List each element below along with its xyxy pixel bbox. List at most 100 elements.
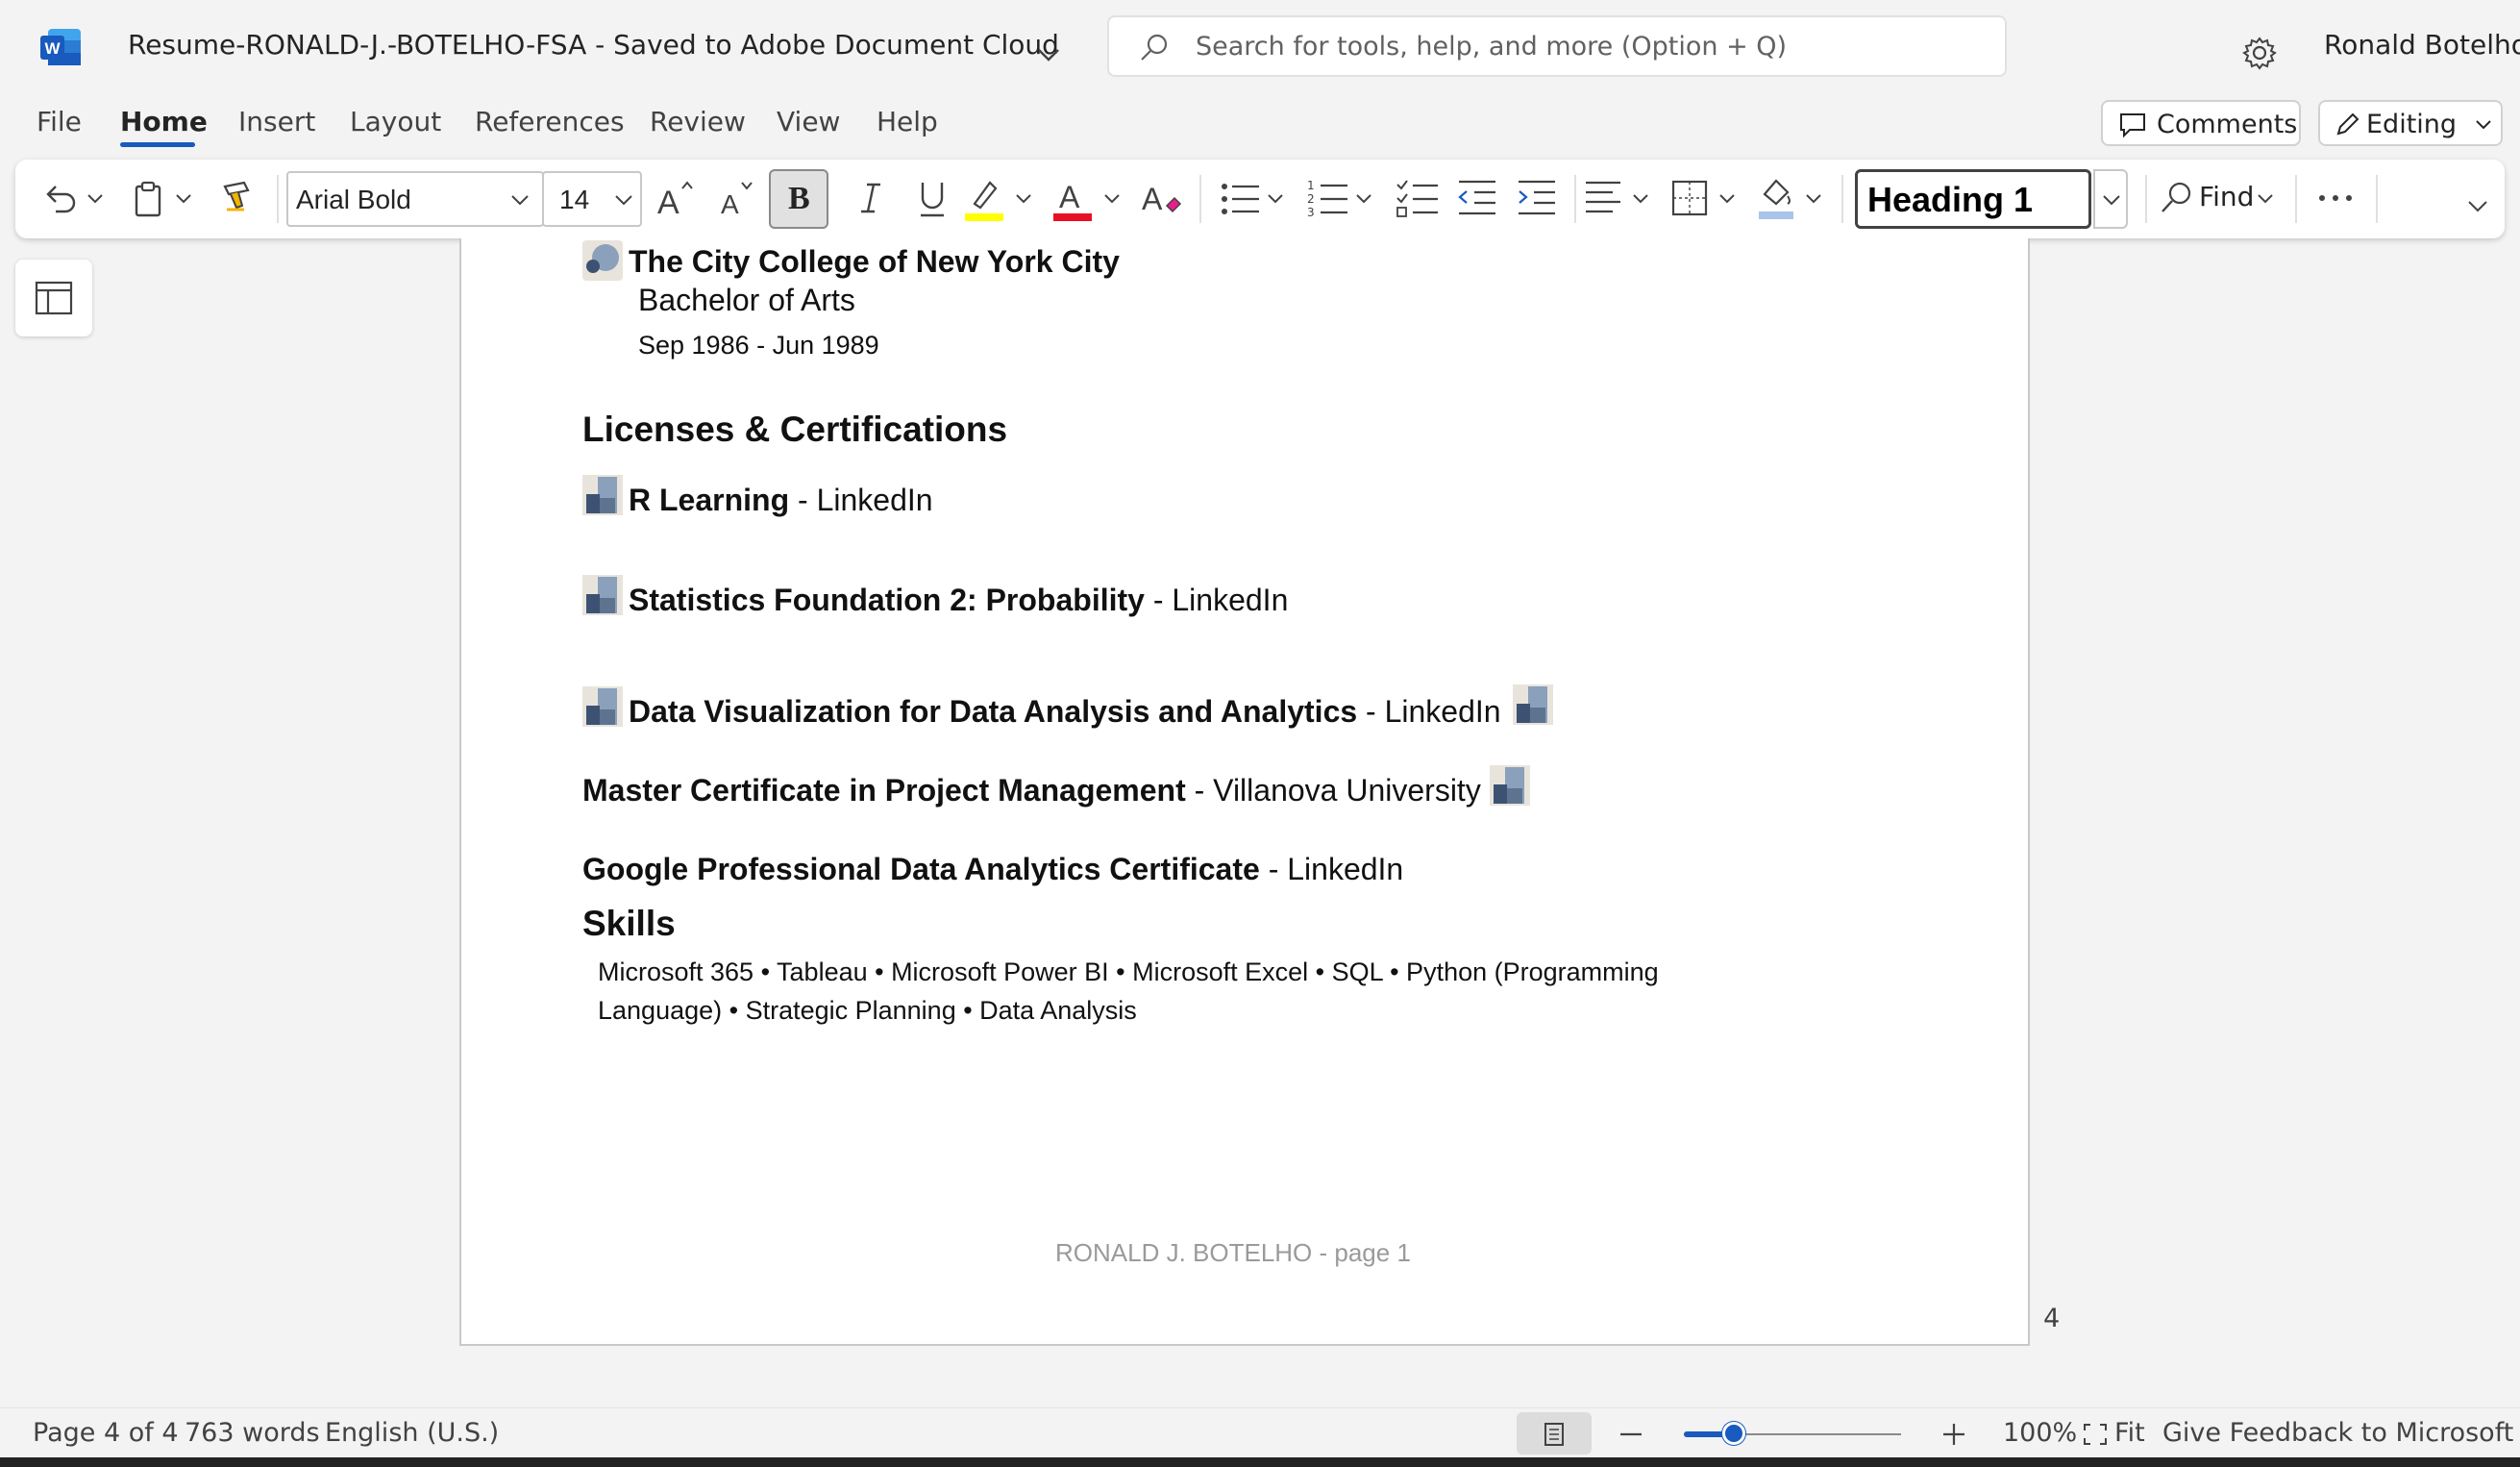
numbering-dropdown-chevron-icon[interactable] — [1355, 192, 1372, 206]
find-dropdown-chevron-icon[interactable] — [2257, 192, 2274, 206]
font-name-combobox[interactable]: Arial Bold — [286, 171, 544, 227]
shading-dropdown-chevron-icon[interactable] — [1805, 192, 1822, 206]
chevron-down-icon[interactable] — [1032, 38, 1065, 71]
paste-icon[interactable] — [129, 179, 167, 219]
font-color-dropdown-chevron-icon[interactable] — [1103, 192, 1121, 206]
search-icon — [1141, 34, 1168, 61]
cert-logo-image — [582, 686, 623, 727]
bullets-icon[interactable] — [1219, 179, 1263, 219]
comments-button[interactable]: Comments — [2101, 100, 2301, 146]
tab-help[interactable]: Help — [877, 106, 938, 137]
decrease-indent-icon[interactable] — [1455, 177, 1499, 219]
ribbon-separator — [2295, 175, 2297, 223]
page-count[interactable]: Page 4 of 4 — [33, 1418, 179, 1448]
print-layout-button[interactable] — [1517, 1412, 1592, 1455]
paste-dropdown-chevron-icon[interactable] — [175, 192, 192, 206]
find-icon[interactable] — [2157, 179, 2195, 217]
bold-label: B — [788, 181, 810, 216]
active-tab-indicator — [120, 142, 195, 147]
skills-line: Language) • Strategic Planning • Data An… — [598, 996, 1137, 1025]
align-left-icon[interactable] — [1582, 177, 1624, 219]
italic-icon[interactable] — [852, 177, 890, 219]
cert-name: Statistics Foundation 2: Probability — [629, 583, 1145, 617]
checklist-icon[interactable] — [1396, 177, 1440, 219]
tab-layout[interactable]: Layout — [350, 106, 441, 137]
cert-name: Master Certificate in Project Management — [582, 773, 1186, 808]
cert-issuer: - LinkedIn — [1357, 694, 1501, 729]
tab-file[interactable]: File — [37, 106, 82, 137]
zoom-out-icon[interactable] — [1617, 1422, 1645, 1447]
grow-font-icon[interactable]: A — [654, 177, 698, 219]
undo-dropdown-chevron-icon[interactable] — [86, 192, 104, 206]
editing-mode-button[interactable]: Editing — [2318, 100, 2503, 146]
status-bar: Page 4 of 4 763 words English (U.S.) 100… — [0, 1407, 2520, 1459]
cert-item: Data Visualization for Data Analysis and… — [629, 694, 1501, 730]
svg-text:1: 1 — [1307, 179, 1315, 192]
cert-logo-image — [1490, 765, 1530, 806]
search-box[interactable]: Search for tools, help, and more (Option… — [1107, 15, 2007, 77]
increase-indent-icon[interactable] — [1515, 177, 1559, 219]
borders-dropdown-chevron-icon[interactable] — [1718, 192, 1736, 206]
chevron-down-icon — [2103, 195, 2120, 206]
styles-gallery-current[interactable]: Heading 1 — [1855, 169, 2091, 229]
navigation-pane-button[interactable] — [15, 260, 92, 336]
svg-text:W: W — [44, 39, 61, 58]
chevron-down-icon — [2476, 120, 2491, 130]
editing-label: Editing — [2366, 110, 2458, 139]
feedback-link[interactable]: Give Feedback to Microsoft — [2162, 1418, 2513, 1448]
window-bottom-edge — [0, 1457, 2520, 1467]
gear-icon[interactable] — [2241, 35, 2278, 71]
tab-view[interactable]: View — [777, 106, 840, 137]
ribbon-separator — [2145, 175, 2147, 223]
svg-text:A: A — [721, 189, 739, 219]
shading-icon[interactable] — [1755, 175, 1797, 221]
find-label[interactable]: Find — [2199, 181, 2254, 212]
fit-icon — [2084, 1424, 2107, 1445]
school-logo-image — [582, 240, 623, 281]
tab-review[interactable]: Review — [650, 106, 746, 137]
user-name[interactable]: Ronald Botelho — [2324, 29, 2520, 61]
cert-name: Google Professional Data Analytics Certi… — [582, 852, 1260, 886]
education-degree: Bachelor of Arts — [638, 283, 855, 317]
more-options-icon[interactable] — [2316, 188, 2355, 208]
comment-icon — [2120, 113, 2145, 138]
cert-name: R Learning — [629, 483, 790, 517]
borders-icon[interactable] — [1668, 177, 1711, 219]
highlight-color-icon[interactable] — [963, 175, 1005, 223]
clear-formatting-icon[interactable]: A — [1138, 177, 1184, 221]
side-page-number: 4 — [2043, 1304, 2061, 1333]
shrink-font-icon[interactable]: A — [715, 177, 759, 219]
undo-icon[interactable] — [40, 179, 79, 217]
font-color-icon[interactable]: A — [1051, 175, 1094, 223]
underline-icon[interactable] — [913, 177, 951, 221]
tab-home[interactable]: Home — [120, 106, 208, 137]
format-painter-icon[interactable] — [217, 179, 256, 217]
cert-item: R Learning - LinkedIn — [629, 483, 933, 518]
ribbon-separator — [277, 175, 279, 223]
language-indicator[interactable]: English (U.S.) — [325, 1418, 499, 1448]
bold-button[interactable]: B — [769, 169, 828, 229]
tab-references[interactable]: References — [475, 106, 625, 137]
styles-dropdown-button[interactable] — [2093, 169, 2128, 229]
document-title[interactable]: Resume-RONALD-J.-BOTELHO-FSA - Saved to … — [128, 29, 1059, 61]
licenses-heading: Licenses & Certifications — [582, 410, 1008, 449]
zoom-in-icon[interactable] — [1939, 1420, 1968, 1449]
fit-button[interactable]: Fit — [2114, 1418, 2145, 1448]
zoom-level[interactable]: 100% — [2003, 1418, 2077, 1448]
ribbon-options-chevron-icon[interactable] — [2466, 198, 2489, 215]
tab-insert[interactable]: Insert — [238, 106, 315, 137]
chevron-down-icon — [615, 195, 632, 206]
highlight-dropdown-chevron-icon[interactable] — [1015, 192, 1032, 206]
search-placeholder: Search for tools, help, and more (Option… — [1196, 32, 1788, 62]
pencil-icon — [2336, 112, 2359, 136]
bullets-dropdown-chevron-icon[interactable] — [1267, 192, 1284, 206]
numbering-icon[interactable]: 1 2 3 — [1307, 177, 1351, 219]
align-dropdown-chevron-icon[interactable] — [1632, 192, 1649, 206]
document-page[interactable]: The City College of New York City Bachel… — [459, 238, 2030, 1346]
word-logo-icon[interactable]: W — [38, 25, 83, 69]
zoom-slider-thumb[interactable] — [1722, 1422, 1745, 1445]
cert-issuer: - Villanova University — [1185, 773, 1481, 808]
word-count[interactable]: 763 words — [185, 1418, 320, 1448]
education-school: The City College of New York City — [629, 244, 1120, 279]
font-size-combobox[interactable]: 14 — [542, 171, 642, 227]
